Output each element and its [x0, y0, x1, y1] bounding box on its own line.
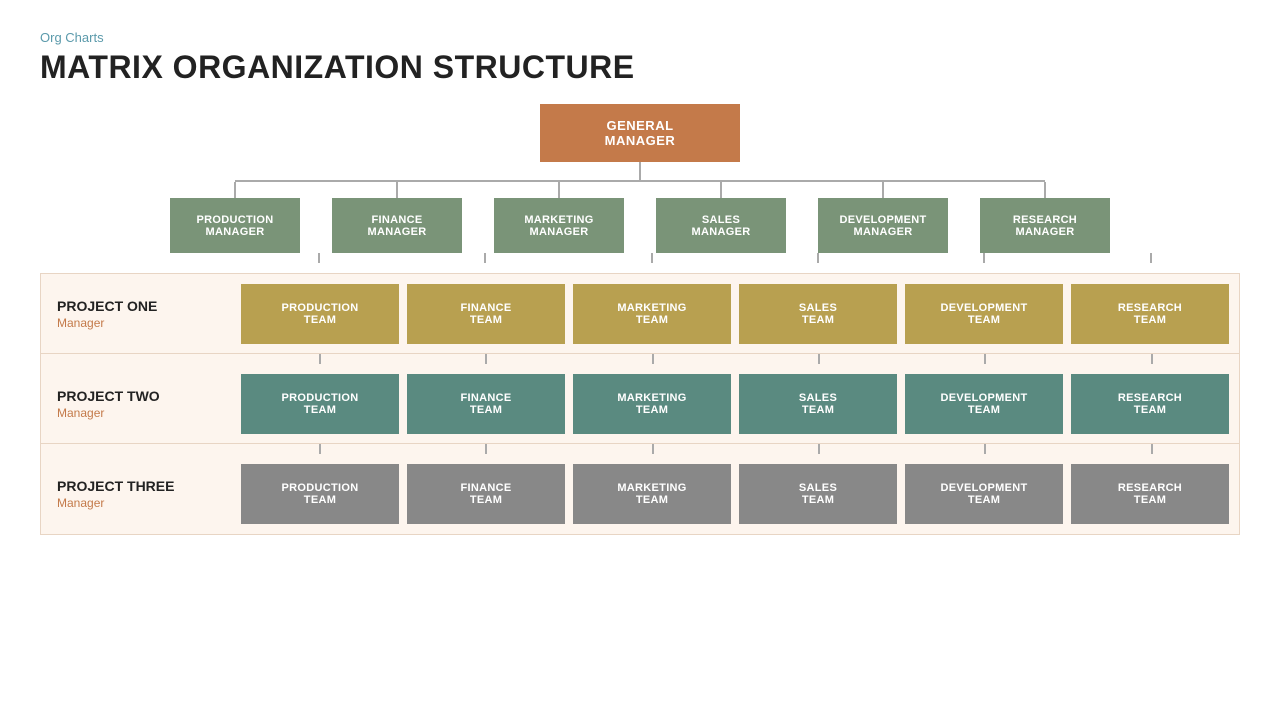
team-p3-1: FINANCETEAM — [407, 464, 565, 524]
gm-row: GENERAL MANAGER — [540, 104, 740, 162]
team-p1-5: RESEARCHTEAM — [1071, 284, 1229, 344]
chart-area: GENERAL MANAGER PRODUCTIONMANAGER FINANC… — [40, 104, 1240, 700]
subtitle: Org Charts — [40, 30, 1240, 45]
mgr-drop-0: PRODUCTIONMANAGER — [160, 182, 310, 253]
project3-teams: PRODUCTIONTEAM FINANCETEAM MARKETINGTEAM… — [231, 456, 1239, 532]
project-label-2: PROJECT TWO Manager — [41, 378, 231, 430]
managers-drops: PRODUCTIONMANAGER FINANCEMANAGER MARKETI… — [160, 182, 1120, 253]
manager-box-2: MARKETINGMANAGER — [494, 198, 624, 253]
team-p2-2: MARKETINGTEAM — [573, 374, 731, 434]
manager-box-1: FINANCEMANAGER — [332, 198, 462, 253]
team-p3-4: DEVELOPMENTTEAM — [905, 464, 1063, 524]
sub-connectors-row — [40, 253, 1240, 263]
project-name-3: PROJECT THREE — [57, 478, 215, 494]
project-sub-3: Manager — [57, 496, 215, 510]
team-p1-0: PRODUCTIONTEAM — [241, 284, 399, 344]
manager-box-3: SALESMANAGER — [656, 198, 786, 253]
manager-box-0: PRODUCTIONMANAGER — [170, 198, 300, 253]
project1-teams: PRODUCTIONTEAM FINANCETEAM MARKETINGTEAM… — [231, 276, 1239, 352]
manager-box-4: DEVELOPMENTMANAGER — [818, 198, 948, 253]
team-p1-1: FINANCETEAM — [407, 284, 565, 344]
team-p1-2: MARKETINGTEAM — [573, 284, 731, 344]
team-p3-5: RESEARCHTEAM — [1071, 464, 1229, 524]
project-name-2: PROJECT TWO — [57, 388, 215, 404]
mgr-drop-5: RESEARCHMANAGER — [970, 182, 1120, 253]
project-row-1: PROJECT ONE Manager PRODUCTIONTEAM FINAN… — [41, 274, 1239, 354]
team-p1-4: DEVELOPMENTTEAM — [905, 284, 1063, 344]
team-p3-0: PRODUCTIONTEAM — [241, 464, 399, 524]
projects-grid: PROJECT ONE Manager PRODUCTIONTEAM FINAN… — [40, 273, 1240, 535]
team-p3-3: SALESTEAM — [739, 464, 897, 524]
h-connector — [160, 180, 1120, 182]
team-p2-4: DEVELOPMENTTEAM — [905, 374, 1063, 434]
team-p3-2: MARKETINGTEAM — [573, 464, 731, 524]
project-name-1: PROJECT ONE — [57, 298, 215, 314]
project-label-1: PROJECT ONE Manager — [41, 288, 231, 340]
project2-teams: PRODUCTIONTEAM FINANCETEAM MARKETINGTEAM… — [231, 366, 1239, 442]
page-title: MATRIX ORGANIZATION STRUCTURE — [40, 49, 1240, 86]
project-row-3: PROJECT THREE Manager PRODUCTIONTEAM FIN… — [41, 454, 1239, 534]
mgr-drop-3: SALESMANAGER — [646, 182, 796, 253]
manager-box-5: RESEARCHMANAGER — [980, 198, 1110, 253]
team-p2-5: RESEARCHTEAM — [1071, 374, 1229, 434]
project-row-2: PROJECT TWO Manager PRODUCTIONTEAM FINAN… — [41, 364, 1239, 444]
sub-conn-between-2-3 — [41, 444, 1241, 454]
gm-vline — [639, 162, 641, 180]
page: Org Charts MATRIX ORGANIZATION STRUCTURE… — [0, 0, 1280, 720]
project-sub-1: Manager — [57, 316, 215, 330]
team-p2-1: FINANCETEAM — [407, 374, 565, 434]
team-p2-0: PRODUCTIONTEAM — [241, 374, 399, 434]
project-label-3: PROJECT THREE Manager — [41, 468, 231, 520]
sub-conn-between-1-2 — [41, 354, 1241, 364]
mgr-drop-1: FINANCEMANAGER — [322, 182, 472, 253]
mgr-drop-2: MARKETINGMANAGER — [484, 182, 634, 253]
mgr-drop-4: DEVELOPMENTMANAGER — [808, 182, 958, 253]
team-p2-3: SALESTEAM — [739, 374, 897, 434]
team-p1-3: SALESTEAM — [739, 284, 897, 344]
project-sub-2: Manager — [57, 406, 215, 420]
gm-box: GENERAL MANAGER — [540, 104, 740, 162]
